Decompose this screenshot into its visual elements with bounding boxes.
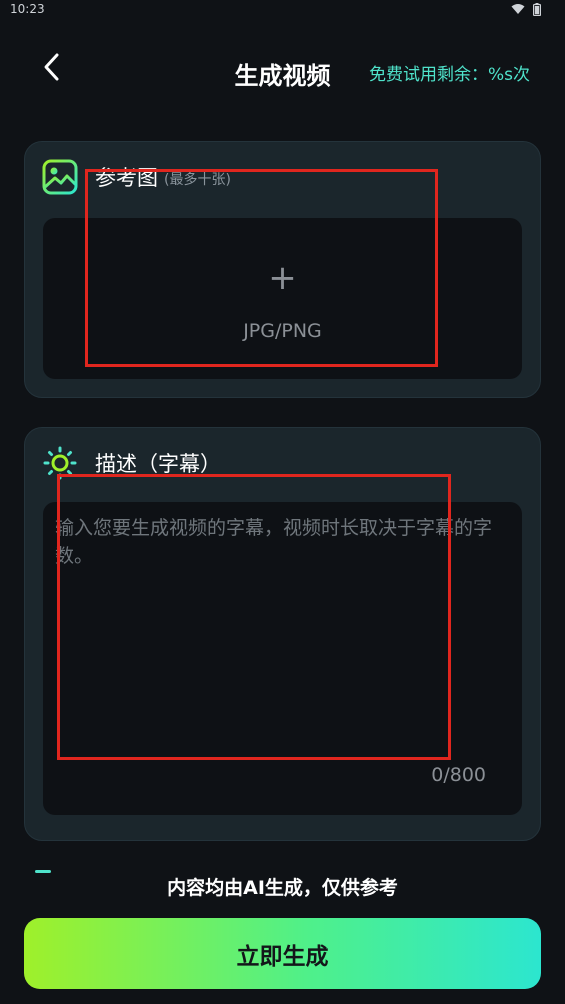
description-card: 描述（字幕） 0/800 [24, 427, 541, 841]
description-title: 描述（字幕） [95, 452, 221, 476]
plus-icon: + [268, 258, 297, 298]
upload-format-label: JPG/PNG [243, 320, 322, 342]
reference-hint: (最多十张) [164, 172, 231, 188]
description-box: 0/800 [43, 502, 522, 815]
reference-header: 参考图 (最多十张) [41, 158, 231, 196]
description-header: 描述（字幕） [41, 444, 221, 482]
ai-disclaimer: 内容均由AI生成，仅供参考 [167, 877, 398, 899]
status-bar: 10:23 [0, 0, 565, 22]
free-trial-remaining: 免费试用剩余：%s次 [368, 65, 530, 85]
status-icons [511, 3, 541, 16]
image-icon [41, 158, 79, 196]
generate-button-label: 立即生成 [236, 943, 329, 970]
sun-icon [41, 444, 79, 482]
reference-title: 参考图 [95, 166, 158, 190]
nav-bar: 生成视频 免费试用剩余：%s次 [0, 40, 565, 102]
description-input[interactable] [55, 514, 510, 764]
character-count: 0/800 [431, 764, 486, 786]
wifi-icon [511, 3, 525, 16]
generate-button[interactable]: 立即生成 [24, 918, 541, 989]
status-time: 10:23 [10, 2, 45, 16]
image-upload-area[interactable]: + JPG/PNG [43, 218, 522, 379]
battery-icon [533, 3, 541, 16]
reference-image-card: 参考图 (最多十张) + JPG/PNG [24, 141, 541, 398]
